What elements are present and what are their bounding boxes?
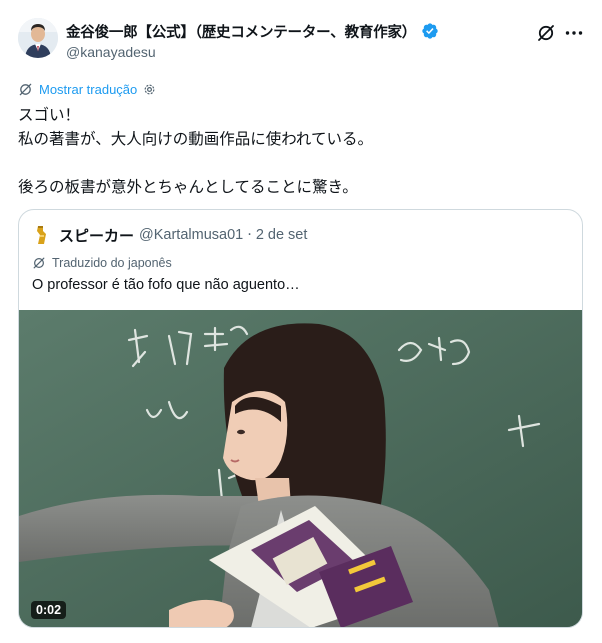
author-handle[interactable]: @kanayadesu	[66, 44, 536, 60]
tweet-text-line: 私の著書が、大人向けの動画作品に使われている。	[18, 130, 373, 148]
tweet-text-line	[18, 151, 588, 175]
tweet-text-line: 後ろの板書が意外とちゃんとしてることに驚き。	[18, 178, 358, 196]
quoted-tweet-date[interactable]: 2 de set	[256, 227, 308, 243]
tweet-article[interactable]: 金谷俊一郎【公式】（歴史コメンテーター、教育作家） @kanayadesu Mo…	[0, 0, 602, 643]
video-frame-image	[19, 310, 582, 627]
quoted-author-avatar[interactable]	[32, 224, 52, 246]
tweet-text-line: スゴい！	[18, 106, 81, 124]
translate-slash-icon	[33, 257, 45, 269]
quoted-translation-note: Traduzido do japonês	[32, 254, 172, 272]
quoted-tweet-text: O professor é tão fofo que não aguento…	[32, 277, 300, 293]
show-translation-link[interactable]: Mostrar tradução	[18, 79, 157, 99]
translate-slash-icon	[19, 83, 32, 95]
grok-slash-icon[interactable]	[535, 22, 557, 44]
translated-from-label: Traduzido do japonês	[52, 256, 172, 270]
gear-icon[interactable]	[142, 82, 157, 97]
more-dots-icon[interactable]	[563, 22, 585, 44]
author-avatar[interactable]	[18, 18, 58, 58]
tweet-text: スゴい！ 私の著書が、大人向けの動画作品に使われている。 後ろの板書が意外とちゃ…	[18, 103, 588, 199]
quoted-author-handle[interactable]: @Kartalmusa01	[139, 227, 243, 243]
show-translation-label[interactable]: Mostrar tradução	[39, 82, 137, 97]
verified-badge-icon[interactable]	[421, 22, 439, 40]
quoted-author-name[interactable]: スピーカー	[59, 225, 134, 246]
video-duration-badge: 0:02	[31, 601, 67, 619]
author-info: 金谷俊一郎【公式】（歴史コメンテーター、教育作家） @kanayadesu	[66, 20, 536, 60]
author-display-name[interactable]: 金谷俊一郎【公式】（歴史コメンテーター、教育作家）	[66, 21, 416, 42]
video-thumbnail[interactable]: 0:02	[19, 310, 582, 627]
separator-dot: ·	[247, 227, 252, 243]
quoted-tweet-card[interactable]: スピーカー @Kartalmusa01 · 2 de set Traduzido…	[18, 209, 583, 628]
quoted-tweet-header: スピーカー @Kartalmusa01 · 2 de set	[32, 224, 307, 246]
